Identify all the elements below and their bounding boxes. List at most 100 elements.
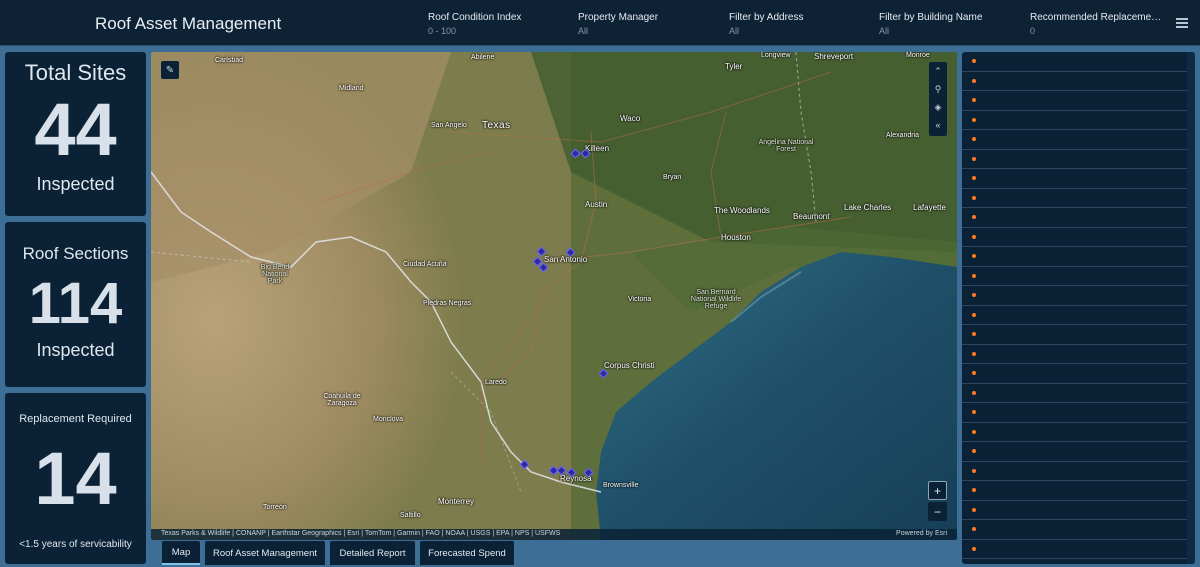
map-attribution: Texas Parks & Wildlife | CONANP | Earths… [151,529,957,540]
bullet-icon [972,156,976,161]
list-scrollbar[interactable] [1187,52,1195,564]
bullet-icon [972,273,976,278]
place-label: Coahuila de Zaragoza [323,393,361,407]
list-item[interactable] [962,345,1195,364]
bullet-icon [972,312,976,317]
filter-recommended-replacement[interactable]: Recommended Replacement ... 0 [1030,12,1162,36]
list-item[interactable] [962,481,1195,501]
list-item[interactable] [962,384,1195,403]
list-item[interactable] [962,247,1195,267]
bullet-icon [972,215,976,219]
list-item[interactable] [962,325,1195,345]
bullet-icon [972,293,976,297]
place-label: Monterrey [438,497,475,506]
place-label: Laredo [485,379,507,386]
place-label: Corpus Christi [604,361,655,370]
list-item[interactable] [962,364,1195,384]
list-item[interactable] [962,501,1195,520]
list-item[interactable] [962,72,1195,91]
place-label: Waco [620,114,641,123]
list-panel[interactable] [962,52,1195,564]
bullet-icon [972,371,976,375]
place-label: Texas [482,120,511,131]
tab-map[interactable]: Map [162,541,200,565]
bullet-icon [972,527,976,531]
app-title: Roof Asset Management [95,14,282,33]
place-label: Lafayette [913,203,946,212]
list-item[interactable] [962,130,1195,150]
list-item[interactable] [962,111,1195,130]
bullet-icon [972,98,976,102]
bullet-icon [972,137,976,141]
list-item[interactable] [962,208,1195,228]
collapse-left-icon[interactable]: « [929,116,947,134]
tab-forecasted-spend[interactable]: Forecasted Spend [420,541,514,565]
list-item[interactable] [962,228,1195,247]
list-item[interactable] [962,423,1195,442]
bullet-icon [972,546,976,551]
bullet-icon [972,117,976,122]
edit-icon[interactable]: ✎ [161,61,179,79]
list-item[interactable] [962,267,1195,286]
place-label: Alexandria [886,132,920,139]
place-label: Bryan [663,174,682,181]
card-title: Replacement Required [19,413,132,425]
tab-detailed-report[interactable]: Detailed Report [330,541,415,565]
card-title: Roof Sections [22,244,129,263]
powered-by[interactable]: Powered by Esri [896,530,947,537]
tab-roof-asset-management[interactable]: Roof Asset Management [205,541,325,565]
card-value: 44 [34,88,117,171]
list-item[interactable] [962,540,1195,559]
filter-roof-condition[interactable]: Roof Condition Index 0 - 100 [428,12,568,36]
search-icon[interactable]: ⚲ [929,80,947,98]
place-label: Lake Charles [844,203,892,212]
filter-label: Recommended Replacement ... [1030,12,1162,23]
map-toolbar: ⌃ ⚲ ◈ « [929,62,947,136]
place-label: Houston [721,233,751,242]
list-item[interactable] [962,150,1195,169]
card-subtitle: Inspected [36,174,115,194]
bullet-icon [972,488,976,492]
bullet-icon [972,59,976,63]
list-item[interactable] [962,52,1195,72]
bullet-icon [972,351,976,356]
filter-value: All [729,26,740,36]
menu-icon[interactable] [1176,18,1188,28]
place-label: Abilene [471,54,495,61]
zoom-out-button[interactable]: − [928,502,947,521]
app-header: Roof Asset Management Roof Condition Ind… [0,0,1200,46]
list-item[interactable] [962,306,1195,325]
list-item[interactable] [962,91,1195,111]
bullet-icon [972,449,976,453]
list-item[interactable] [962,462,1195,481]
bullet-icon [972,410,976,414]
layers-icon[interactable]: ◈ [929,98,947,116]
filter-label: Filter by Building Name [879,12,983,23]
filter-property-manager[interactable]: Property Manager All [578,12,718,36]
collapse-up-icon[interactable]: ⌃ [929,62,947,80]
place-label: San Bernard National Wildlife Refuge [690,289,742,310]
replacement-required-card: Replacement Required 14 <1.5 years of se… [5,393,146,564]
total-sites-card: Total Sites 44 Inspected [5,52,146,216]
place-label: Carlsbad [215,57,244,64]
place-label: Longview [761,52,791,59]
list-item[interactable] [962,520,1195,540]
map-view[interactable]: Carlsbad Abilene Longview Shreveport Mon… [151,52,957,540]
filter-address[interactable]: Filter by Address All [729,12,869,36]
bullet-icon [972,78,976,83]
list-item[interactable] [962,442,1195,462]
list-item[interactable] [962,189,1195,208]
bullet-icon [972,468,976,473]
filter-value: 0 - 100 [428,26,457,36]
zoom-in-button[interactable]: + [928,481,947,500]
filter-building-name[interactable]: Filter by Building Name All [879,12,1019,36]
filter-label: Roof Condition Index [428,12,522,23]
list-item[interactable] [962,169,1195,189]
place-label: San Antonio [544,255,588,264]
card-subtitle: Inspected [36,340,115,360]
list-item[interactable] [962,286,1195,306]
place-label: Angelina National Forest [758,139,814,153]
card-value: 14 [34,437,117,520]
list-item[interactable] [962,403,1195,423]
place-label: Piedras Negras [423,300,472,307]
